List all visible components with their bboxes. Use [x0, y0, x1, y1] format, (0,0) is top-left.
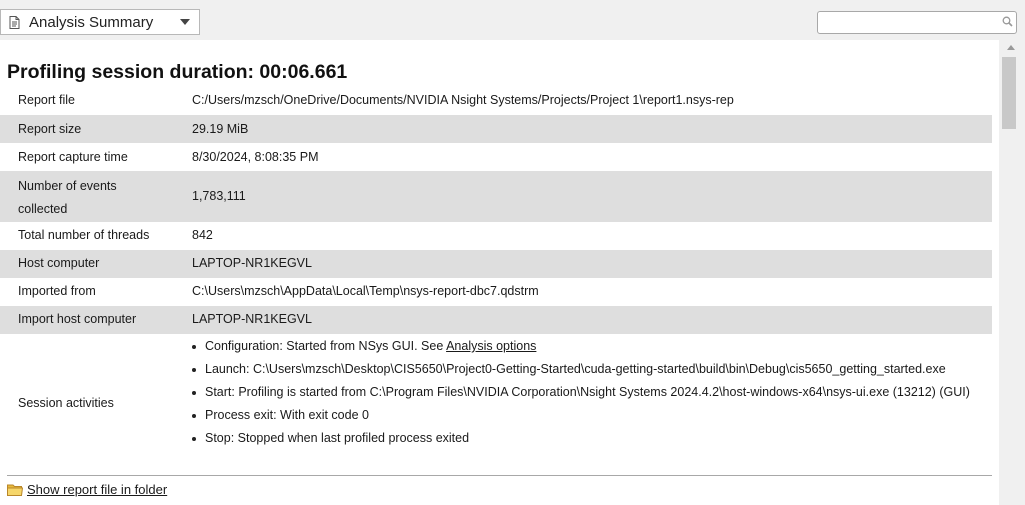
summary-row-capture-time: Report capture time 8/30/2024, 8:08:35 P…	[0, 143, 992, 171]
view-selector-label: Analysis Summary	[29, 13, 154, 31]
document-icon	[9, 15, 27, 29]
show-in-folder-link[interactable]: Show report file in folder	[27, 482, 167, 497]
row-value: LAPTOP-NR1KEGVL	[192, 256, 312, 270]
summary-row-imported-from: Imported from C:\Users\mzsch\AppData\Loc…	[0, 278, 992, 306]
search-box[interactable]	[817, 11, 1017, 34]
row-key: Total number of threads	[18, 228, 150, 242]
folder-icon	[7, 483, 24, 496]
row-key: Session activities	[18, 396, 114, 410]
summary-row-import-host: Import host computer LAPTOP-NR1KEGVL	[0, 306, 992, 334]
search-input[interactable]	[822, 13, 1002, 34]
row-key: Import host computer	[18, 312, 137, 326]
list-item: Stop: Stopped when last profiled process…	[192, 427, 995, 450]
row-key: Imported from	[18, 284, 96, 298]
row-value: LAPTOP-NR1KEGVL	[192, 312, 312, 326]
summary-row-report-size: Report size 29.19 MiB	[0, 115, 992, 143]
list-item: Launch: C:\Users\mzsch\Desktop\CIS5650\P…	[192, 358, 995, 381]
divider	[7, 475, 992, 476]
page-title: Profiling session duration: 00:06.661	[7, 61, 348, 83]
row-key: Report capture time	[18, 150, 128, 164]
show-in-folder-row: Show report file in folder	[7, 482, 167, 497]
session-activities-list: Configuration: Started from NSys GUI. Se…	[192, 335, 995, 450]
search-icon[interactable]	[1002, 16, 1013, 30]
list-item: Process exit: With exit code 0	[192, 404, 995, 427]
analysis-options-link[interactable]: Analysis options	[446, 339, 536, 353]
list-item: Start: Profiling is started from C:\Prog…	[192, 381, 995, 404]
scroll-up-arrow-icon[interactable]	[1007, 45, 1015, 50]
chevron-down-icon	[180, 19, 190, 25]
row-value: C:/Users/mzsch/OneDrive/Documents/NVIDIA…	[192, 93, 734, 107]
summary-row-host-computer: Host computer LAPTOP-NR1KEGVL	[0, 250, 992, 278]
config-text: Configuration: Started from NSys GUI. Se…	[205, 339, 447, 353]
row-value: C:\Users\mzsch\AppData\Local\Temp\nsys-r…	[192, 284, 539, 298]
summary-row-session-activities: Session activities Configuration: Starte…	[0, 334, 992, 472]
row-key: Number of events collected	[18, 179, 117, 216]
analysis-summary-pane: Profiling session duration: 00:06.661 Re…	[0, 40, 999, 505]
summary-row-events-collected: Number of events collected 1,783,111	[0, 171, 992, 222]
row-value: 842	[192, 228, 213, 242]
row-key: Report size	[18, 122, 82, 136]
row-value: 1,783,111	[192, 189, 246, 203]
row-key: Report file	[18, 93, 75, 107]
summary-row-report-file: Report file C:/Users/mzsch/OneDrive/Docu…	[0, 89, 992, 112]
row-key: Host computer	[18, 256, 100, 270]
summary-row-thread-count: Total number of threads 842	[0, 222, 992, 250]
view-selector-dropdown[interactable]: Analysis Summary	[0, 9, 200, 35]
list-item: Configuration: Started from NSys GUI. Se…	[192, 335, 995, 358]
toolbar: Analysis Summary	[0, 0, 1025, 40]
vertical-scrollbar[interactable]	[999, 40, 1025, 505]
row-value: 29.19 MiB	[192, 122, 249, 136]
row-value: 8/30/2024, 8:08:35 PM	[192, 150, 319, 164]
scrollbar-thumb[interactable]	[1002, 57, 1016, 129]
